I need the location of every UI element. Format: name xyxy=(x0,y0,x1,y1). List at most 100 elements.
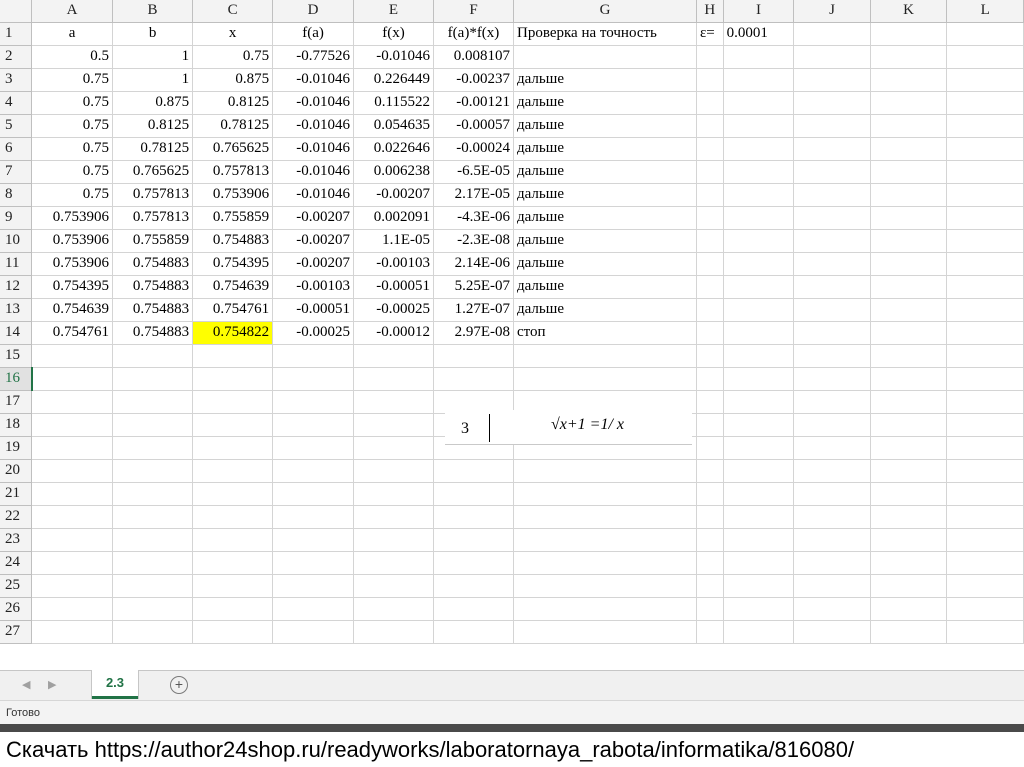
column-header-C[interactable]: C xyxy=(192,0,274,23)
cell-I17[interactable] xyxy=(723,390,795,414)
cell-K12[interactable] xyxy=(870,275,948,299)
cell-H5[interactable] xyxy=(696,114,724,138)
cell-I12[interactable] xyxy=(723,275,795,299)
row-header[interactable]: 8 xyxy=(0,183,33,207)
cell-H19[interactable] xyxy=(696,436,724,460)
cell-J14[interactable] xyxy=(793,321,871,345)
cell-C12[interactable]: 0.754639 xyxy=(192,275,274,299)
cell-G13[interactable]: дальше xyxy=(513,298,697,322)
cell-A5[interactable]: 0.75 xyxy=(31,114,114,138)
cell-I9[interactable] xyxy=(723,206,795,230)
cell-C16[interactable] xyxy=(192,367,274,391)
cell-L13[interactable] xyxy=(946,298,1024,322)
cell-G9[interactable]: дальше xyxy=(513,206,697,230)
cell-J19[interactable] xyxy=(793,436,871,460)
cell-G23[interactable] xyxy=(513,528,697,552)
cell-J17[interactable] xyxy=(793,390,871,414)
plus-circle-icon[interactable]: + xyxy=(170,676,188,694)
cell-A27[interactable] xyxy=(31,620,114,644)
cell-A16[interactable] xyxy=(31,367,114,391)
cell-D10[interactable]: -0.00207 xyxy=(272,229,354,253)
row-header[interactable]: 13 xyxy=(0,298,33,322)
cell-F7[interactable]: -6.5E-05 xyxy=(433,160,515,184)
cell-C5[interactable]: 0.78125 xyxy=(192,114,274,138)
cell-G25[interactable] xyxy=(513,574,697,598)
cell-A3[interactable]: 0.75 xyxy=(31,68,114,92)
cell-A1[interactable]: a xyxy=(31,22,114,46)
cell-H26[interactable] xyxy=(696,597,724,621)
column-header-J[interactable]: J xyxy=(793,0,871,23)
cell-K18[interactable] xyxy=(870,413,948,437)
cell-E17[interactable] xyxy=(353,390,434,414)
cell-B22[interactable] xyxy=(112,505,194,529)
cell-C21[interactable] xyxy=(192,482,274,506)
column-header-G[interactable]: G xyxy=(513,0,697,23)
cell-L3[interactable] xyxy=(946,68,1024,92)
cell-B27[interactable] xyxy=(112,620,194,644)
cell-I26[interactable] xyxy=(723,597,795,621)
column-header-E[interactable]: E xyxy=(353,0,434,23)
row-header[interactable]: 12 xyxy=(0,275,33,299)
cell-I22[interactable] xyxy=(723,505,795,529)
cell-A24[interactable] xyxy=(31,551,114,575)
cell-J22[interactable] xyxy=(793,505,871,529)
cell-F24[interactable] xyxy=(433,551,515,575)
cell-G6[interactable]: дальше xyxy=(513,137,697,161)
cell-G3[interactable]: дальше xyxy=(513,68,697,92)
cell-K20[interactable] xyxy=(870,459,948,483)
cell-B6[interactable]: 0.78125 xyxy=(112,137,194,161)
cell-I18[interactable] xyxy=(723,413,795,437)
row-header[interactable]: 15 xyxy=(0,344,33,368)
cell-F1[interactable]: f(a)*f(x) xyxy=(433,22,515,46)
cell-A11[interactable]: 0.753906 xyxy=(31,252,114,276)
cell-E18[interactable] xyxy=(353,413,434,437)
cell-B10[interactable]: 0.755859 xyxy=(112,229,194,253)
cell-A18[interactable] xyxy=(31,413,114,437)
cell-D26[interactable] xyxy=(272,597,354,621)
cell-B20[interactable] xyxy=(112,459,194,483)
cell-J18[interactable] xyxy=(793,413,871,437)
cell-K15[interactable] xyxy=(870,344,948,368)
cell-C6[interactable]: 0.765625 xyxy=(192,137,274,161)
cell-J6[interactable] xyxy=(793,137,871,161)
cell-J8[interactable] xyxy=(793,183,871,207)
cell-H6[interactable] xyxy=(696,137,724,161)
row-header[interactable]: 4 xyxy=(0,91,33,115)
cell-E25[interactable] xyxy=(353,574,434,598)
cell-D24[interactable] xyxy=(272,551,354,575)
cell-D12[interactable]: -0.00103 xyxy=(272,275,354,299)
cell-J16[interactable] xyxy=(793,367,871,391)
cell-B4[interactable]: 0.875 xyxy=(112,91,194,115)
cell-L9[interactable] xyxy=(946,206,1024,230)
cell-D25[interactable] xyxy=(272,574,354,598)
column-header-K[interactable]: K xyxy=(870,0,948,23)
row-header[interactable]: 16 xyxy=(0,367,33,391)
cell-E19[interactable] xyxy=(353,436,434,460)
row-header[interactable]: 19 xyxy=(0,436,33,460)
cell-B1[interactable]: b xyxy=(112,22,194,46)
cell-L18[interactable] xyxy=(946,413,1024,437)
cell-H24[interactable] xyxy=(696,551,724,575)
cell-K13[interactable] xyxy=(870,298,948,322)
cell-J23[interactable] xyxy=(793,528,871,552)
cell-G5[interactable]: дальше xyxy=(513,114,697,138)
cell-B14[interactable]: 0.754883 xyxy=(112,321,194,345)
cell-K2[interactable] xyxy=(870,45,948,69)
cell-J7[interactable] xyxy=(793,160,871,184)
cell-K1[interactable] xyxy=(870,22,948,46)
cell-E4[interactable]: 0.115522 xyxy=(353,91,434,115)
cell-G24[interactable] xyxy=(513,551,697,575)
cell-D6[interactable]: -0.01046 xyxy=(272,137,354,161)
cell-D20[interactable] xyxy=(272,459,354,483)
cell-L27[interactable] xyxy=(946,620,1024,644)
cell-L23[interactable] xyxy=(946,528,1024,552)
cell-L8[interactable] xyxy=(946,183,1024,207)
cell-E1[interactable]: f(x) xyxy=(353,22,434,46)
cell-B19[interactable] xyxy=(112,436,194,460)
cell-D11[interactable]: -0.00207 xyxy=(272,252,354,276)
row-header[interactable]: 25 xyxy=(0,574,33,598)
cell-L4[interactable] xyxy=(946,91,1024,115)
cell-A12[interactable]: 0.754395 xyxy=(31,275,114,299)
cell-H25[interactable] xyxy=(696,574,724,598)
cell-K24[interactable] xyxy=(870,551,948,575)
